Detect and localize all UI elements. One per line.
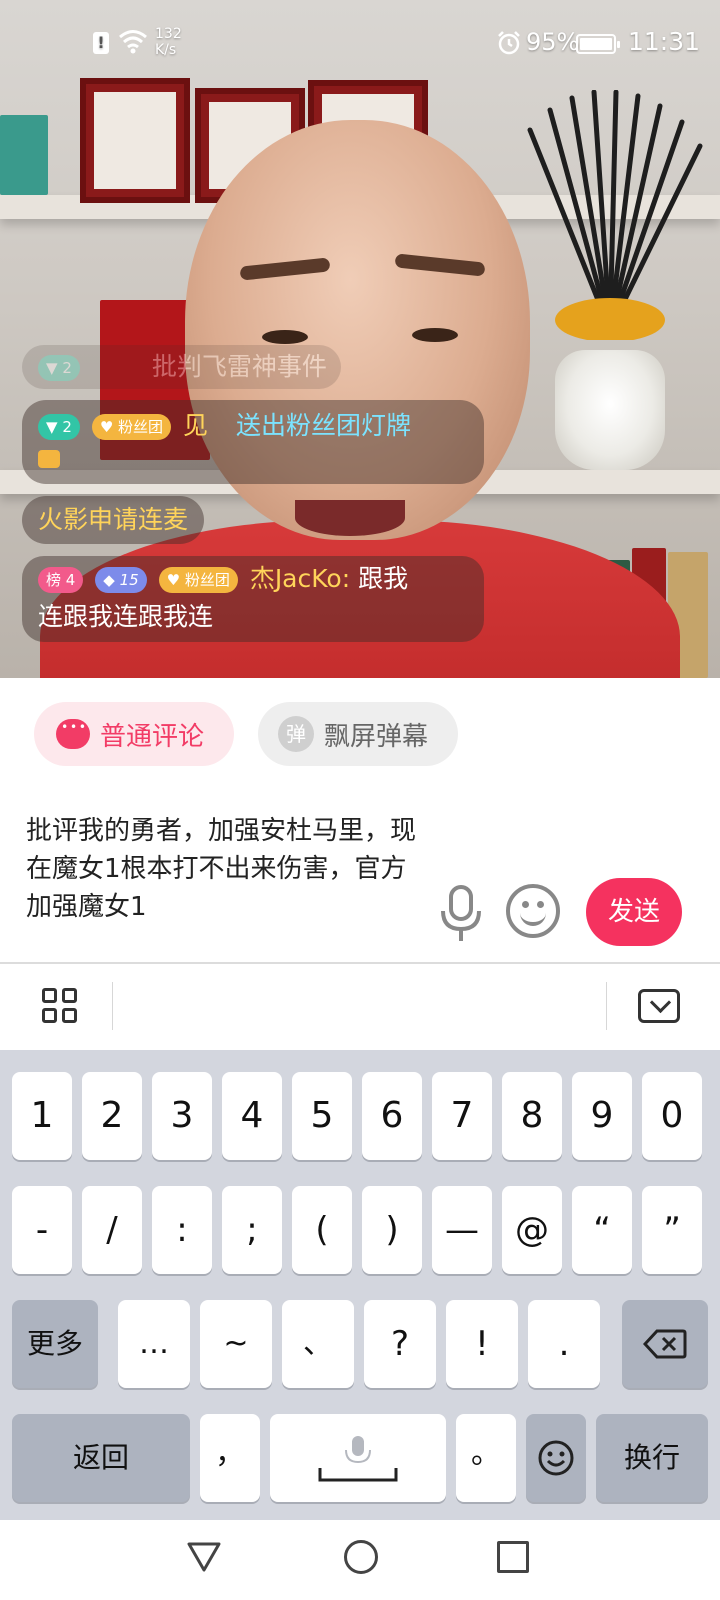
key-em-dash[interactable]: — bbox=[432, 1186, 492, 1274]
key-emoji[interactable] bbox=[526, 1414, 586, 1502]
comment-bubble-icon bbox=[56, 719, 90, 749]
key-8[interactable]: 8 bbox=[502, 1072, 562, 1160]
key-back[interactable]: 返回 bbox=[12, 1414, 190, 1502]
comment-input[interactable]: 批评我的勇者，加强安杜马里，现在魔女1根本打不出来伤害，官方加强魔女1 bbox=[26, 812, 416, 926]
chat-message-gift: ▼ 2 ♥ 粉丝团 见 送出粉丝团灯牌 bbox=[22, 400, 484, 484]
sim-alert-icon: ! bbox=[93, 32, 109, 54]
voice-space-icon bbox=[318, 1436, 398, 1482]
key-more[interactable]: 更多 bbox=[12, 1300, 98, 1388]
send-button[interactable]: 发送 bbox=[586, 878, 682, 946]
key-3[interactable]: 3 bbox=[152, 1072, 212, 1160]
recent-apps-icon[interactable] bbox=[497, 1541, 529, 1573]
key-open-paren[interactable]: ( bbox=[292, 1186, 352, 1274]
gift-lamp-icon bbox=[38, 450, 60, 468]
toolbar-separator bbox=[112, 982, 113, 1030]
chat-text: 批判飞雷神事件 bbox=[151, 352, 327, 381]
key-7[interactable]: 7 bbox=[432, 1072, 492, 1160]
chat-text: 送出粉丝团灯牌 bbox=[235, 411, 411, 440]
chat-message-faded: ▼ 2 批判飞雷神事件 bbox=[22, 345, 341, 389]
chat-text: 火影申请连麦 bbox=[38, 505, 189, 534]
chat-message-link-request: 火影申请连麦 bbox=[22, 496, 205, 544]
tab-normal-comment-label: 普通评论 bbox=[100, 721, 205, 752]
danmu-icon: 弹 bbox=[278, 716, 314, 752]
key-tilde[interactable]: ~ bbox=[200, 1300, 272, 1388]
network-speed-unit: K/s bbox=[155, 42, 177, 58]
chat-text-line2: 连跟我连跟我连 bbox=[38, 602, 214, 631]
key-backspace[interactable] bbox=[622, 1300, 708, 1388]
gem-level-badge: ◆ 15 bbox=[95, 567, 147, 593]
keyboard-toolbar bbox=[0, 964, 720, 1050]
rank-badge: 榜 4 bbox=[38, 567, 84, 593]
key-9[interactable]: 9 bbox=[572, 1072, 632, 1160]
apps-grid-icon[interactable] bbox=[42, 988, 78, 1024]
status-bar: ! 132 K/s 95% 11:31 bbox=[0, 0, 720, 80]
key-close-quote[interactable]: ” bbox=[642, 1186, 702, 1274]
live-video[interactable]: ! 132 K/s 95% 11:31 ▼ 2 批判飞雷神事件 ▼ 2 ♥ 粉丝… bbox=[0, 0, 720, 678]
key-question[interactable]: ? bbox=[364, 1300, 436, 1388]
tab-floating-danmu-label: 飘屏弹幕 bbox=[324, 721, 429, 752]
key-period[interactable]: . bbox=[528, 1300, 600, 1388]
key-1[interactable]: 1 bbox=[12, 1072, 72, 1160]
backspace-icon bbox=[642, 1329, 687, 1359]
keyboard: 1 2 3 4 5 6 7 8 9 0 - / : ; ( ) — @ “ ” … bbox=[0, 1050, 720, 1520]
chat-username[interactable]: 见 bbox=[183, 411, 208, 440]
key-ellipsis[interactable]: … bbox=[118, 1300, 190, 1388]
key-exclamation[interactable]: ! bbox=[446, 1300, 518, 1388]
key-2[interactable]: 2 bbox=[82, 1072, 142, 1160]
key-4[interactable]: 4 bbox=[222, 1072, 282, 1160]
key-0[interactable]: 0 bbox=[642, 1072, 702, 1160]
emoji-keyboard-icon bbox=[538, 1440, 574, 1476]
key-at[interactable]: @ bbox=[502, 1186, 562, 1274]
network-speed-value: 132 bbox=[155, 26, 182, 42]
tab-normal-comment[interactable]: 普通评论 bbox=[34, 702, 234, 766]
clock: 11:31 bbox=[628, 27, 701, 56]
chat-message-user: 榜 4 ◆ 15 ♥ 粉丝团 杰JacKo: 跟我 连跟我连跟我连 bbox=[22, 556, 484, 642]
key-open-quote[interactable]: “ bbox=[572, 1186, 632, 1274]
key-hyphen[interactable]: - bbox=[12, 1186, 72, 1274]
battery-percent: 95% bbox=[526, 28, 580, 56]
porcelain-vase bbox=[555, 350, 665, 470]
system-navigation-bar bbox=[0, 1520, 720, 1600]
key-colon[interactable]: : bbox=[152, 1186, 212, 1274]
key-close-paren[interactable]: ) bbox=[362, 1186, 422, 1274]
fan-club-badge: ♥ 粉丝团 bbox=[91, 414, 172, 440]
network-speed: 132 K/s bbox=[155, 26, 182, 58]
mouth bbox=[295, 500, 405, 536]
comment-type-tabs: 普通评论 弹 飘屏弹幕 bbox=[0, 678, 720, 788]
battery-icon bbox=[576, 34, 620, 54]
right-eye bbox=[412, 328, 458, 342]
key-comma[interactable]: ， bbox=[200, 1414, 260, 1502]
key-full-stop[interactable]: 。 bbox=[456, 1414, 516, 1502]
alarm-icon bbox=[498, 31, 520, 55]
key-5[interactable]: 5 bbox=[292, 1072, 352, 1160]
emoji-icon[interactable] bbox=[506, 884, 560, 938]
toolbar-separator bbox=[606, 982, 607, 1030]
key-space[interactable] bbox=[270, 1414, 446, 1502]
key-enumeration-comma[interactable]: 、 bbox=[282, 1300, 354, 1388]
key-slash[interactable]: / bbox=[82, 1186, 142, 1274]
photo-frame bbox=[80, 78, 190, 203]
teal-book bbox=[0, 115, 48, 195]
feather-fan bbox=[527, 90, 703, 340]
tab-floating-danmu[interactable]: 弹 飘屏弹幕 bbox=[258, 702, 458, 766]
comment-input-area: 批评我的勇者，加强安杜马里，现在魔女1根本打不出来伤害，官方加强魔女1 发送 bbox=[0, 788, 720, 962]
key-newline[interactable]: 换行 bbox=[596, 1414, 708, 1502]
level-badge: ▼ 2 bbox=[38, 414, 80, 440]
home-icon[interactable] bbox=[344, 1540, 378, 1574]
fan-club-badge: ♥ 粉丝团 bbox=[158, 567, 238, 593]
chat-text-line1: 跟我 bbox=[358, 564, 409, 593]
wifi-icon bbox=[119, 30, 147, 54]
key-semicolon[interactable]: ; bbox=[222, 1186, 282, 1274]
microphone-icon[interactable] bbox=[437, 883, 485, 943]
left-eye bbox=[262, 330, 308, 344]
back-icon[interactable] bbox=[186, 1540, 222, 1574]
level-badge: ▼ 2 bbox=[38, 355, 80, 381]
key-6[interactable]: 6 bbox=[362, 1072, 422, 1160]
chat-username[interactable]: 杰JacKo: bbox=[250, 564, 350, 593]
collapse-keyboard-icon[interactable] bbox=[638, 989, 680, 1023]
